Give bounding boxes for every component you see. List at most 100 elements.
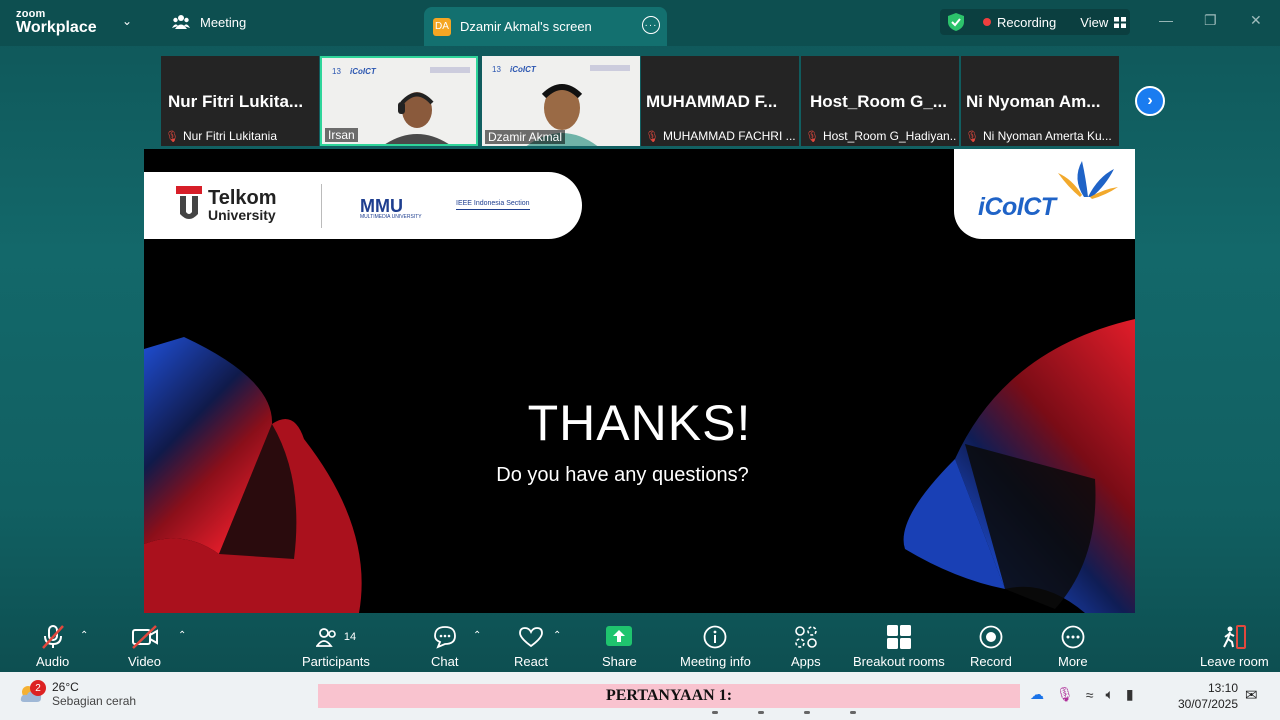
maximize-icon[interactable]: ❐ [1204, 12, 1217, 29]
clock-time: 13:10 [1207, 681, 1238, 695]
participant-name-large: Ni Nyoman Am... [966, 92, 1101, 111]
leave-icon [1223, 625, 1247, 649]
svg-text:iCoICT: iCoICT [350, 67, 377, 76]
participant-video-tile[interactable]: 13 iCoICT Irsan [320, 56, 478, 146]
svg-text:13: 13 [332, 67, 341, 76]
tab-shared-screen-label: Dzamir Akmal's screen [460, 19, 592, 34]
more-icon [1061, 625, 1085, 649]
mic-off-icon: 🎙︎ [965, 130, 979, 143]
video-options-caret-icon[interactable]: ⌃ [178, 630, 186, 641]
slide-subheading: Do you have any questions? [496, 464, 749, 486]
participant-label: 🎙︎ Nur Fitri Lukitania [165, 129, 277, 143]
participant-label-text: Dzamir Akmal [485, 130, 566, 144]
notification-badge: 2 [30, 680, 46, 696]
wifi-icon[interactable]: ≈ [1086, 687, 1094, 703]
tab-shared-screen[interactable]: DA Dzamir Akmal's screen ··· [424, 7, 667, 46]
apps-icon [795, 626, 817, 648]
participant-tile[interactable]: Host_Room G_... 🎙︎ Host_Room G_Hadiyan... [801, 56, 959, 146]
grid-icon [1114, 16, 1127, 28]
participants-count: 14 [343, 631, 357, 643]
react-label: React [514, 654, 548, 669]
apps-label: Apps [791, 654, 821, 669]
video-button[interactable]: Video [128, 624, 161, 669]
record-label: Record [970, 654, 1012, 669]
system-tray: ☁ 🎙︎ ≈ 🔈︎ ▮ [1030, 686, 1134, 703]
breakout-rooms-button[interactable]: Breakout rooms [853, 624, 945, 669]
logo-line-2: Workplace [16, 19, 97, 36]
weather-widget[interactable]: 2 26°C Sebagian cerah [18, 680, 136, 708]
clock-date: 30/07/2025 [1177, 697, 1238, 711]
participant-tile[interactable]: Ni Nyoman Am... 🎙︎ Ni Nyoman Amerta Ku... [961, 56, 1119, 146]
chat-label: Chat [431, 654, 459, 669]
mic-off-icon: 🎙︎ [165, 130, 179, 143]
mic-off-icon [41, 625, 64, 649]
meeting-info-button[interactable]: Meeting info [680, 624, 751, 669]
close-icon[interactable]: ✕ [1250, 12, 1262, 29]
weather-description: Sebagian cerah [52, 694, 137, 708]
leave-room-button[interactable]: Leave room [1200, 624, 1269, 669]
title-bar: zoom Workplace ⌄ Meeting DA Dzamir Akmal… [0, 0, 1280, 46]
tab-meeting[interactable]: Meeting [172, 14, 246, 30]
audio-button[interactable]: Audio [36, 624, 69, 669]
share-button[interactable]: Share [602, 624, 637, 669]
react-options-caret-icon[interactable]: ⌃ [553, 630, 561, 641]
react-button[interactable]: React [514, 624, 548, 669]
telkom-logo-line-1: Telkom [208, 187, 277, 209]
meeting-info-label: Meeting info [680, 654, 751, 669]
clock[interactable]: 13:10 30/07/2025 [1168, 680, 1238, 712]
participant-name-large: Nur Fitri Lukita... [168, 92, 304, 111]
share-icon [606, 626, 633, 646]
video-off-icon [131, 625, 158, 649]
record-icon [979, 625, 1003, 649]
more-options-icon[interactable]: ··· [642, 16, 660, 34]
chevron-right-icon: › [1147, 92, 1153, 109]
record-button[interactable]: Record [970, 624, 1012, 669]
participant-name-large: Host_Room G_... [810, 92, 947, 111]
os-taskbar: 2 26°C Sebagian cerah PERTANYAAN 1: ☁ 🎙︎… [0, 672, 1280, 720]
participant-label-text: Ni Nyoman Amerta Ku... [982, 129, 1112, 143]
participant-label-text: Irsan [325, 128, 358, 142]
participant-tile[interactable]: MUHAMMAD F... 🎙︎ MUHAMMAD FACHRI ... [641, 56, 799, 146]
shield-icon[interactable] [947, 12, 965, 32]
more-label: More [1058, 654, 1088, 669]
chevron-down-icon[interactable]: ⌄ [122, 14, 132, 28]
participant-video-tile[interactable]: 13 iCoICT Dzamir Akmal [482, 56, 640, 146]
battery-icon[interactable]: ▮ [1126, 686, 1134, 703]
info-icon [704, 625, 727, 649]
avatar: DA [433, 17, 451, 36]
view-label: View [1080, 14, 1109, 30]
audio-options-caret-icon[interactable]: ⌃ [80, 630, 88, 641]
partner-logos: Telkom University MMU MULTIMEDIA UNIVERS… [144, 172, 582, 239]
participant-label: 🎙︎ Ni Nyoman Amerta Ku... [965, 129, 1112, 143]
view-button[interactable]: View [1080, 14, 1127, 30]
chat-button[interactable]: Chat [431, 624, 458, 669]
slide-heading: THANKS! [527, 395, 752, 451]
divider [321, 184, 322, 228]
participant-name-large: MUHAMMAD F... [646, 92, 778, 111]
breakout-rooms-icon [886, 625, 911, 649]
icoict-logo: iCoICT [954, 149, 1135, 239]
ticker-banner: PERTANYAAN 1: [318, 684, 1020, 708]
heart-icon [519, 627, 543, 648]
participant-tile[interactable]: Nur Fitri Lukita... 🎙︎ Nur Fitri Lukitani… [161, 56, 319, 146]
video-label: Video [128, 654, 162, 669]
next-page-button[interactable]: › [1135, 86, 1165, 116]
volume-icon[interactable]: 🔈︎ [1105, 686, 1113, 703]
leave-room-label: Leave room [1200, 654, 1269, 669]
more-button[interactable]: More [1058, 624, 1088, 669]
chat-options-caret-icon[interactable]: ⌃ [473, 630, 481, 641]
microphone-icon[interactable]: 🎙︎ [1056, 686, 1074, 703]
mic-off-icon: 🎙︎ [645, 130, 659, 143]
participant-label-text: Nur Fitri Lukitania [182, 129, 277, 143]
zoom-logo[interactable]: zoom Workplace [16, 9, 97, 36]
cloud-sync-icon[interactable]: ☁ [1030, 686, 1044, 703]
recording-label[interactable]: Recording [997, 15, 1056, 30]
apps-button[interactable]: Apps [791, 624, 821, 669]
recording-dot-icon [983, 18, 991, 26]
minimize-icon[interactable]: — [1159, 12, 1173, 28]
participants-icon [315, 628, 336, 647]
mic-off-icon: 🎙︎ [805, 130, 819, 143]
notification-icon[interactable]: ✉ [1245, 686, 1258, 704]
participants-button[interactable]: 14 Participants [302, 624, 370, 669]
participant-label-text: MUHAMMAD FACHRI ... [662, 129, 796, 143]
